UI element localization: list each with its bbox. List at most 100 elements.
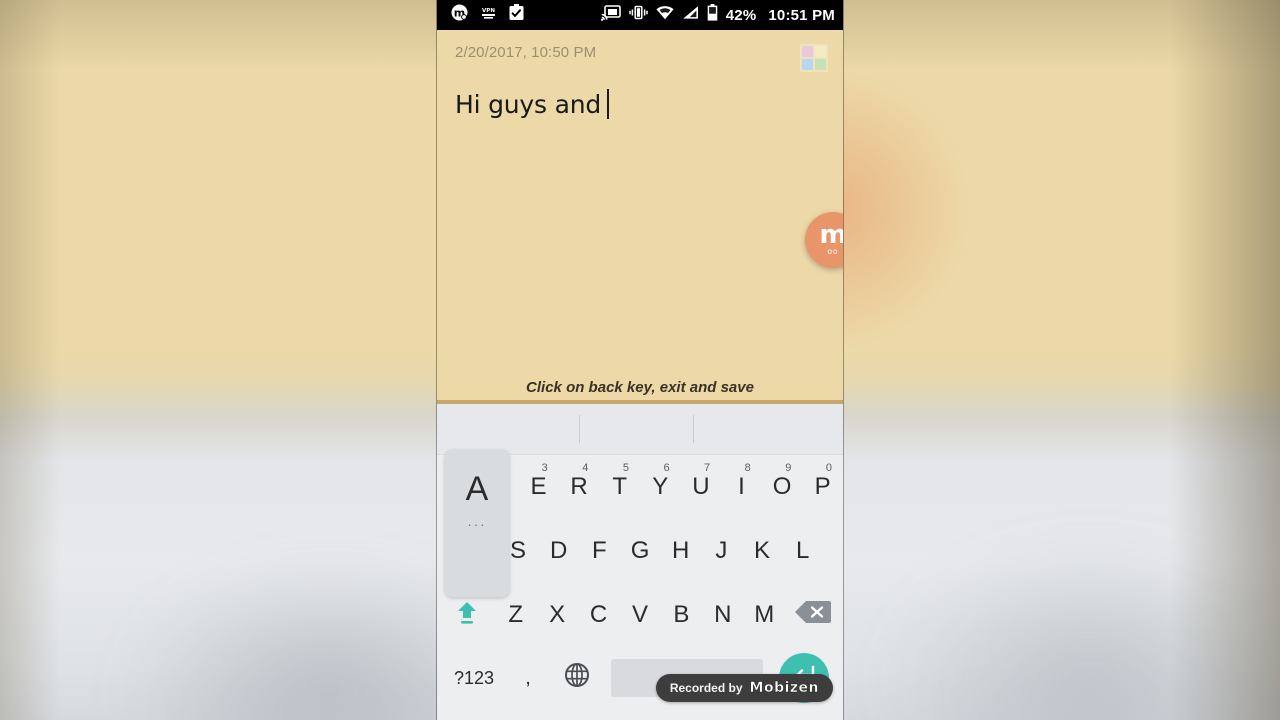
key-p[interactable]: P 0	[802, 455, 843, 519]
backspace-key[interactable]	[785, 583, 841, 647]
key-v[interactable]: V	[619, 583, 660, 647]
key-f[interactable]: F	[579, 519, 620, 583]
key-z-label: Z	[508, 601, 524, 628]
key-i[interactable]: I 8	[721, 455, 762, 519]
key-t-label: T	[612, 473, 627, 500]
note-editor-area[interactable]: 2/20/2017, 10:50 PM Hi guys and Click on…	[437, 30, 843, 404]
mobizen-floating-label: m	[819, 219, 843, 250]
key-n-label: N	[714, 601, 732, 628]
language-switch-key[interactable]	[551, 647, 603, 709]
key-p-number: 0	[825, 462, 832, 474]
key-t[interactable]: T 5	[599, 455, 640, 519]
note-body-text: Hi guys and	[455, 89, 602, 119]
note-timestamp: 2/20/2017, 10:50 PM	[455, 44, 597, 61]
key-n[interactable]: N	[702, 583, 743, 647]
mobizen-recording-watermark: Recorded by Mobizen	[655, 674, 833, 702]
backspace-icon	[794, 599, 832, 632]
key-v-label: V	[631, 601, 648, 628]
battery-percent-label: 42%	[725, 6, 757, 24]
key-u[interactable]: U 7	[681, 455, 722, 519]
vpn-icon: VPN	[479, 6, 498, 25]
key-h[interactable]: H	[660, 519, 701, 583]
key-x-label: X	[549, 601, 566, 628]
key-e[interactable]: E 3	[518, 455, 559, 519]
key-i-number: 8	[744, 462, 751, 474]
key-l[interactable]: L	[782, 519, 823, 583]
watermark-brand: Mobizen	[749, 680, 819, 696]
key-k[interactable]: K	[742, 519, 783, 583]
palette-swatch-4	[815, 59, 826, 70]
signal-icon	[682, 5, 699, 25]
phone-screen: m VPN 42% 10:51 PM 2/20/2017, 10:50 PM H…	[437, 0, 843, 720]
status-bar-right-icons: 42% 10:51 PM	[600, 4, 835, 26]
key-j[interactable]: J	[701, 519, 742, 583]
popup-key-letter: A	[465, 470, 489, 508]
key-j-label: J	[715, 537, 728, 564]
key-s-label: S	[510, 537, 527, 564]
key-c-label: C	[589, 601, 608, 628]
key-i-label: I	[738, 473, 745, 500]
suggestion-divider-1	[579, 415, 580, 443]
video-frame: m VPN 42% 10:51 PM 2/20/2017, 10:50 PM H…	[0, 0, 1280, 720]
svg-text:VPN: VPN	[482, 8, 495, 14]
key-p-label: P	[814, 473, 831, 500]
palette-swatch-3	[802, 59, 813, 70]
key-e-number: 3	[541, 462, 548, 474]
key-y-number: 6	[663, 462, 670, 474]
on-screen-keyboard[interactable]: 1 2 E 3 R 4 T 5 Y 6	[437, 404, 843, 720]
comma-key-label: ,	[525, 666, 531, 689]
key-r-number: 4	[582, 462, 589, 474]
key-x[interactable]: X	[536, 583, 577, 647]
key-c[interactable]: C	[578, 583, 619, 647]
key-o[interactable]: O 9	[762, 455, 803, 519]
mobizen-floating-button[interactable]: m oo	[805, 212, 843, 268]
key-d-label: D	[550, 537, 568, 564]
key-b[interactable]: B	[661, 583, 702, 647]
color-palette-button[interactable]	[800, 44, 828, 72]
key-u-number: 7	[704, 462, 711, 474]
mobizen-floating-sublabel: oo	[827, 247, 839, 257]
mobizen-app-icon: m	[451, 4, 468, 26]
key-u-label: U	[692, 473, 710, 500]
status-bar-left-icons: m VPN	[451, 4, 524, 26]
key-o-number: 9	[785, 462, 792, 474]
cast-icon	[600, 4, 621, 26]
watermark-prefix: Recorded by	[669, 681, 743, 695]
status-bar: m VPN 42% 10:51 PM	[437, 0, 843, 30]
key-m-label: M	[754, 601, 775, 628]
popup-more-dots: ···	[467, 517, 487, 532]
key-e-label: E	[530, 473, 547, 500]
battery-icon	[707, 4, 718, 26]
note-save-hint: Click on back key, exit and save	[526, 379, 754, 396]
symbols-key-label: ?123	[453, 667, 495, 688]
key-f-label: F	[592, 537, 607, 564]
suggestion-bar[interactable]	[437, 404, 843, 455]
symbols-key[interactable]: ?123	[443, 647, 505, 709]
key-h-label: H	[672, 537, 690, 564]
key-y[interactable]: Y 6	[640, 455, 681, 519]
key-r[interactable]: R 4	[559, 455, 600, 519]
key-long-press-popup[interactable]: A ···	[445, 450, 509, 597]
suggestion-divider-2	[693, 415, 694, 443]
palette-swatch-1	[802, 46, 813, 57]
palette-swatch-2	[815, 46, 826, 57]
checkbox-app-icon	[509, 4, 524, 26]
comma-key[interactable]: ,	[505, 647, 551, 709]
key-m[interactable]: M	[744, 583, 785, 647]
key-g-label: G	[630, 537, 650, 564]
shift-caps-lock-icon	[450, 595, 484, 636]
key-b-label: B	[673, 601, 690, 628]
key-r-label: R	[570, 473, 588, 500]
key-y-label: Y	[652, 473, 669, 500]
key-l-label: L	[796, 537, 810, 564]
key-t-number: 5	[622, 462, 629, 474]
key-g[interactable]: G	[620, 519, 661, 583]
key-o-label: O	[772, 473, 792, 500]
text-caret	[607, 89, 610, 119]
note-text-line[interactable]: Hi guys and	[455, 89, 825, 119]
key-d[interactable]: D	[538, 519, 579, 583]
vibrate-icon	[628, 5, 648, 25]
wifi-icon	[656, 5, 674, 25]
globe-language-icon	[562, 660, 592, 697]
keyboard-row-1: 1 2 E 3 R 4 T 5 Y 6	[437, 450, 843, 597]
